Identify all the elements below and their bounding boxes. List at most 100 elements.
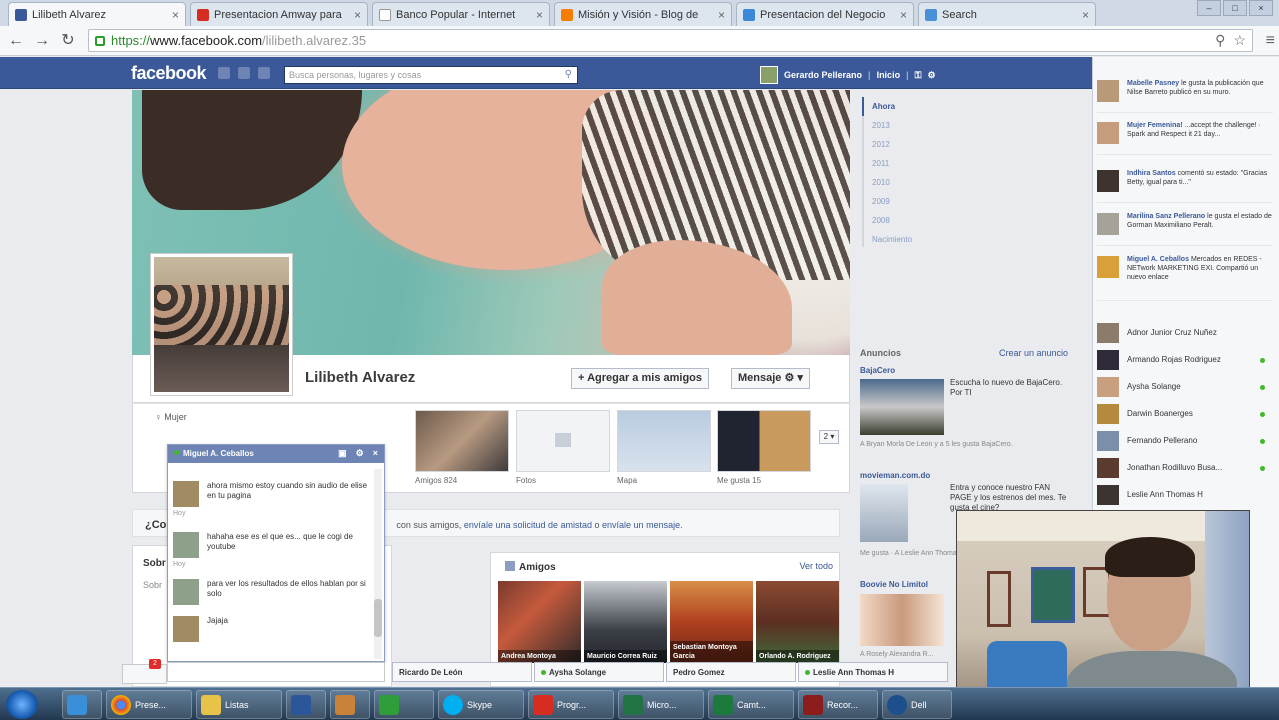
chat-tab[interactable]: Ricardo De León	[392, 662, 532, 682]
reload-icon[interactable]: ↻	[58, 31, 78, 51]
buddy-list-item[interactable]: Darwin Boanerges	[1097, 402, 1273, 426]
back-arrow-icon[interactable]: ←	[6, 31, 26, 51]
timeline-year[interactable]: 2008	[864, 211, 942, 230]
zoom-icon[interactable]: ⚲	[1215, 32, 1225, 49]
buddy-list-item[interactable]: Fernando Pellerano	[1097, 429, 1273, 453]
tab-close-icon[interactable]: ×	[1082, 8, 1089, 22]
friend-tile[interactable]: Orlando A. Rodriguez	[756, 581, 839, 663]
taskbar-recorder[interactable]: Recor...	[798, 690, 878, 719]
ticker-item[interactable]: Mujer Femenina! ...accept the challenge!…	[1097, 121, 1273, 155]
more-apps-button[interactable]: 2 ▾	[819, 430, 839, 444]
profile-picture[interactable]	[150, 253, 293, 396]
chat-message-input[interactable]	[167, 662, 385, 682]
send-message-link[interactable]: envíale un mensaje.	[602, 520, 683, 530]
bookmark-star-icon[interactable]: ☆	[1233, 32, 1246, 49]
messages-icon[interactable]	[238, 67, 250, 79]
buddy-list-item[interactable]: Jonathan Rodilluvo Busa...	[1097, 456, 1273, 480]
user-name-link[interactable]: Gerardo Pellerano	[784, 70, 862, 80]
notifications-icon[interactable]	[258, 67, 270, 79]
friend-tile[interactable]: Andrea Montoya	[498, 581, 581, 663]
chat-tab[interactable]: Leslie Ann Thomas H	[798, 662, 948, 682]
timeline-year[interactable]: Nacimiento	[864, 230, 942, 249]
taskbar-excel[interactable]: Micro...	[618, 690, 704, 719]
taskbar-word[interactable]	[286, 690, 326, 719]
tab-close-icon[interactable]: ×	[354, 8, 361, 22]
ad-image[interactable]	[860, 594, 944, 646]
tab-close-icon[interactable]: ×	[900, 8, 907, 22]
privacy-shortcuts-icon[interactable]: ⚿	[915, 70, 922, 81]
facebook-logo[interactable]: facebook	[131, 63, 207, 84]
friend-tile[interactable]: Sebastian Montoya Garcia	[670, 581, 753, 663]
app-tile-mapa[interactable]	[617, 410, 711, 472]
home-link[interactable]: Inicio	[877, 70, 901, 80]
search-input[interactable]: Busca personas, lugares y cosas ⚲	[284, 66, 578, 84]
taskbar-skype[interactable]: Skype	[438, 690, 524, 719]
ticker-item[interactable]: Indhira Santos comentó su estado: "Graci…	[1097, 169, 1273, 203]
search-icon[interactable]: ⚲	[565, 69, 572, 80]
chat-settings-icon[interactable]: ⚙	[356, 448, 364, 459]
chat-scrollbar[interactable]	[374, 469, 382, 659]
buddy-list-item[interactable]: Leslie Ann Thomas H	[1097, 483, 1273, 507]
ticker-item[interactable]: Mabelle Pasney le gusta la publicación q…	[1097, 79, 1273, 113]
settings-gear-icon[interactable]: ⚙	[927, 70, 935, 81]
taskbar-acrobat[interactable]: Progr...	[528, 690, 614, 719]
buddy-list-item[interactable]: Adnor Junior Cruz Nuñez	[1097, 321, 1273, 345]
see-all-friends-link[interactable]: Ver todo	[799, 561, 833, 571]
taskbar-app[interactable]	[374, 690, 434, 719]
forward-arrow-icon[interactable]: →	[32, 31, 52, 51]
app-tile-me-gusta[interactable]	[717, 410, 811, 472]
chrome-menu-icon[interactable]: ≡	[1266, 32, 1275, 50]
chat-header[interactable]: Miguel A. Ceballos ▣ ⚙ ×	[168, 445, 384, 463]
close-window-icon[interactable]: ×	[1249, 0, 1273, 16]
timeline-year[interactable]: 2012	[864, 135, 942, 154]
browser-tab-banco[interactable]: Banco Popular - Internet ×	[372, 2, 550, 26]
ad-title[interactable]: movieman.com.do	[860, 471, 930, 480]
buddy-list-item[interactable]: Aysha Solange	[1097, 375, 1273, 399]
taskbar-dell[interactable]: Dell	[882, 690, 952, 719]
user-avatar[interactable]	[760, 66, 778, 84]
taskbar-pinned-ie[interactable]	[62, 690, 102, 719]
app-tile-fotos[interactable]	[516, 410, 610, 472]
browser-tab-lilibeth[interactable]: Lilibeth Alvarez ×	[8, 2, 186, 26]
tab-close-icon[interactable]: ×	[172, 8, 179, 22]
friend-requests-icon[interactable]	[218, 67, 230, 79]
ad-title[interactable]: Boovie No Limitol	[860, 580, 928, 589]
create-ad-link[interactable]: Crear un anuncio	[999, 348, 1068, 358]
browser-tab-negocio[interactable]: Presentacion del Negocio ×	[736, 2, 914, 26]
chat-sidebar-toggle[interactable]: 2	[122, 659, 167, 684]
close-chat-icon[interactable]: ×	[373, 448, 378, 459]
buddy-list-item[interactable]: Armando Rojas Rodriguez	[1097, 348, 1273, 372]
message-button[interactable]: Mensaje ⚙ ▾	[731, 368, 810, 389]
ticker-item[interactable]: Marilina Sanz Pellerano le gusta el esta…	[1097, 212, 1273, 246]
ad-title[interactable]: BajaCero	[860, 366, 895, 375]
add-friend-button[interactable]: + Agregar a mis amigos	[571, 368, 710, 389]
taskbar-explorer[interactable]: Listas	[196, 690, 282, 719]
maximize-icon[interactable]: □	[1223, 0, 1247, 16]
taskbar-app[interactable]	[330, 690, 370, 719]
start-button[interactable]	[6, 690, 38, 719]
browser-tab-search[interactable]: Search ×	[918, 2, 1096, 26]
browser-tab-blog[interactable]: Misión y Visión - Blog de ×	[554, 2, 732, 26]
ad-image[interactable]	[860, 484, 908, 542]
ticker-item[interactable]: Miguel A. Ceballos Mercados en REDES - N…	[1097, 255, 1273, 301]
taskbar-chrome[interactable]: Prese...	[106, 690, 192, 719]
taskbar-camtasia[interactable]: Camt...	[708, 690, 794, 719]
minimize-icon[interactable]: –	[1197, 0, 1221, 16]
chat-tab[interactable]: Aysha Solange	[534, 662, 664, 682]
tab-close-icon[interactable]: ×	[718, 8, 725, 22]
timeline-year[interactable]: 2010	[864, 173, 942, 192]
ad-image[interactable]	[860, 379, 944, 435]
browser-tab-amway[interactable]: Presentacion Amway para ×	[190, 2, 368, 26]
timeline-year[interactable]: 2009	[864, 192, 942, 211]
timeline-year[interactable]: Ahora	[862, 97, 942, 116]
address-bar[interactable]: https://www.facebook.com/lilibeth.alvare…	[88, 29, 1253, 52]
chat-tab[interactable]: Pedro Gomez	[666, 662, 796, 682]
send-friend-request-link[interactable]: envíale una solicitud de amistad	[464, 520, 592, 530]
tab-close-icon[interactable]: ×	[536, 8, 543, 22]
app-tile-amigos[interactable]	[415, 410, 509, 472]
profile-name[interactable]: Lilibeth Alvarez	[305, 369, 415, 386]
timeline-year[interactable]: 2011	[864, 154, 942, 173]
video-call-icon[interactable]: ▣	[338, 448, 347, 459]
friend-tile[interactable]: Mauricio Correa Ruiz	[584, 581, 667, 663]
timeline-year[interactable]: 2013	[864, 116, 942, 135]
